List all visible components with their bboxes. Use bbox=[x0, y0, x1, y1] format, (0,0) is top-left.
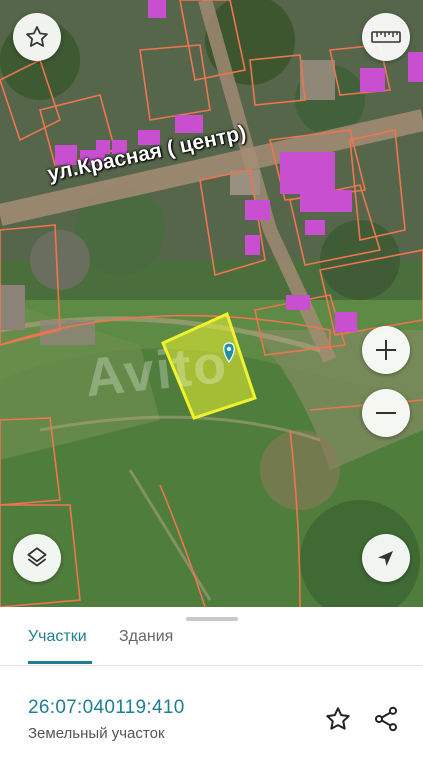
tabs-divider bbox=[0, 665, 423, 666]
minus-icon bbox=[376, 412, 396, 414]
locate-button[interactable] bbox=[362, 534, 410, 582]
favorite-parcel-button[interactable] bbox=[322, 703, 354, 735]
bottom-sheet: Участки Здания 26:07:040119:410 Земельны… bbox=[0, 607, 423, 768]
satellite-map[interactable]: ул.Красная ( центр) Avito bbox=[0, 0, 423, 607]
layers-button[interactable] bbox=[13, 534, 61, 582]
ruler-icon bbox=[371, 31, 401, 43]
sheet-drag-handle[interactable] bbox=[186, 617, 238, 621]
parcel-type: Земельный участок bbox=[28, 725, 165, 742]
cadastral-number: 26:07:040119:410 bbox=[28, 697, 185, 718]
favorite-map-button[interactable] bbox=[13, 13, 61, 61]
star-outline-icon bbox=[326, 707, 350, 730]
tab-buildings[interactable]: Здания bbox=[119, 627, 173, 663]
tab-parcels[interactable]: Участки bbox=[28, 627, 87, 663]
zoom-out-button[interactable] bbox=[362, 389, 410, 437]
star-outline-icon bbox=[26, 26, 48, 47]
ruler-button[interactable] bbox=[362, 13, 410, 61]
share-button[interactable] bbox=[370, 703, 402, 735]
layers-icon bbox=[27, 547, 47, 567]
map-imagery bbox=[0, 0, 423, 607]
zoom-in-button[interactable] bbox=[362, 326, 410, 374]
plus-icon bbox=[376, 340, 396, 360]
navigation-arrow-icon bbox=[378, 551, 393, 566]
active-tab-indicator bbox=[28, 661, 92, 664]
share-icon bbox=[374, 706, 398, 732]
